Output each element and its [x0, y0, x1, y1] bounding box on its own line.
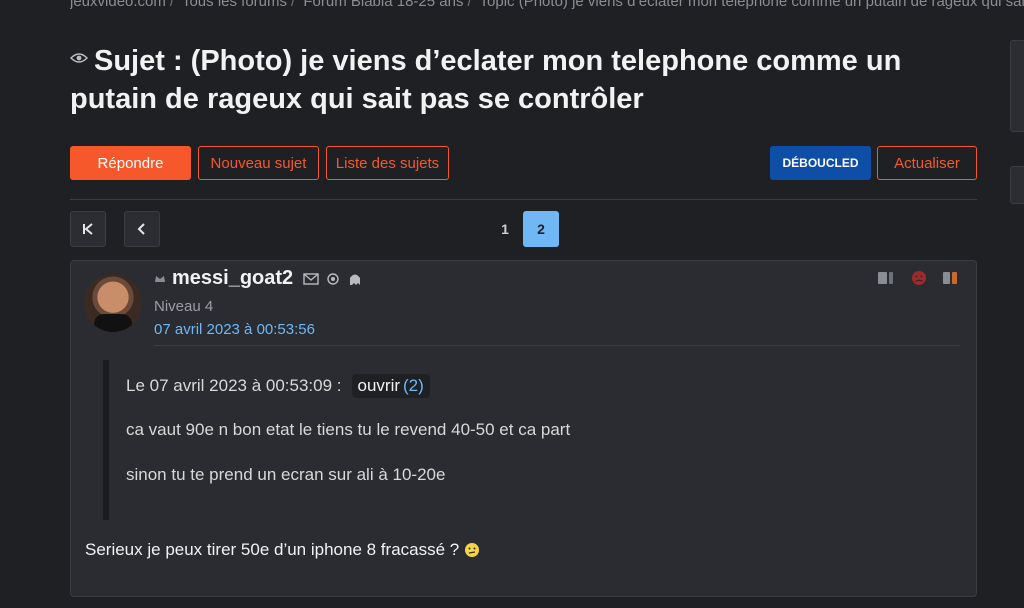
report-icon[interactable]	[908, 269, 930, 287]
topic-list-button[interactable]: Liste des sujets	[326, 146, 449, 180]
post-body: Serieux je peux tirer 50e d’un iphone 8 …	[85, 540, 480, 560]
quote-line: sinon tu te prend un ecran sur ali à 10-…	[126, 465, 446, 484]
previous-page-button[interactable]	[124, 211, 160, 247]
breadcrumb-separator: /	[467, 0, 472, 10]
breadcrumb-separator: /	[169, 0, 175, 10]
target-icon[interactable]	[325, 272, 341, 286]
side-panel-tab[interactable]	[1010, 166, 1024, 204]
quote-block: Le 07 avril 2023 à 00:53:09 : ouvrir (2) …	[103, 360, 929, 520]
ghost-icon	[350, 274, 361, 285]
topic-title-text: Sujet : (Photo) je viens d’eclater mon t…	[70, 45, 902, 115]
page-title: Sujet : (Photo) je viens d’eclater mon t…	[70, 42, 950, 118]
breadcrumb-separator: /	[291, 0, 296, 10]
chevron-left-icon	[137, 223, 145, 235]
quote-open-count: (2)	[403, 376, 424, 395]
toolbar-divider	[70, 199, 977, 200]
quote-date: Le 07 avril 2023 à 00:53:09 :	[126, 376, 342, 395]
author-row: messi_goat2	[154, 267, 369, 290]
quote-header: Le 07 avril 2023 à 00:53:09 : ouvrir (2)	[126, 374, 430, 398]
breadcrumb: jeuxvideo.com / Tous les forums / Forum Bl…	[70, 0, 1024, 10]
breadcrumb-forums[interactable]: Tous les forums	[182, 0, 287, 10]
deboucled-button[interactable]: DÉBOUCLED	[770, 146, 871, 180]
deboucle-icon[interactable]	[940, 269, 962, 287]
first-page-icon	[83, 223, 93, 235]
side-panel-tab[interactable]	[1010, 40, 1024, 132]
quote-open-label: ouvrir	[357, 376, 401, 395]
breadcrumb-site[interactable]: jeuxvideo.com	[70, 0, 166, 10]
crown-icon	[155, 275, 165, 282]
author-name[interactable]: messi_goat2	[172, 267, 293, 290]
post-date-link[interactable]: 07 avril 2023 à 00:53:56	[154, 321, 315, 338]
quote-icon[interactable]	[876, 269, 898, 287]
quote-line: ca vaut 90e n bon etat le tiens tu le re…	[126, 420, 571, 439]
first-page-button[interactable]	[70, 211, 106, 247]
post-body-text: Serieux je peux tirer 50e d’un iphone 8 …	[85, 540, 460, 559]
refresh-button[interactable]: Actualiser	[877, 146, 977, 180]
new-topic-button[interactable]: Nouveau sujet	[198, 146, 319, 180]
reply-button[interactable]: Répondre	[70, 146, 191, 180]
author-level: Niveau 4	[154, 298, 214, 315]
page-link-1[interactable]: 1	[487, 211, 523, 247]
breadcrumb-forum[interactable]: Forum Blabla 18-25 ans	[303, 0, 463, 10]
eye-icon	[70, 53, 88, 64]
quote-open-button[interactable]: ouvrir (2)	[351, 374, 430, 398]
breadcrumb-topic: Topic (Photo) je viens d’eclater mon tel…	[479, 0, 1024, 10]
avatar[interactable]	[84, 274, 142, 332]
hmm-smiley-icon	[465, 543, 480, 557]
post-actions	[876, 269, 962, 287]
post-separator	[154, 345, 960, 346]
page-current-2[interactable]: 2	[523, 211, 559, 247]
message-post: messi_goat2 Niveau 4 07 avril 2023 à 00:…	[70, 260, 977, 597]
mail-icon[interactable]	[303, 272, 319, 286]
